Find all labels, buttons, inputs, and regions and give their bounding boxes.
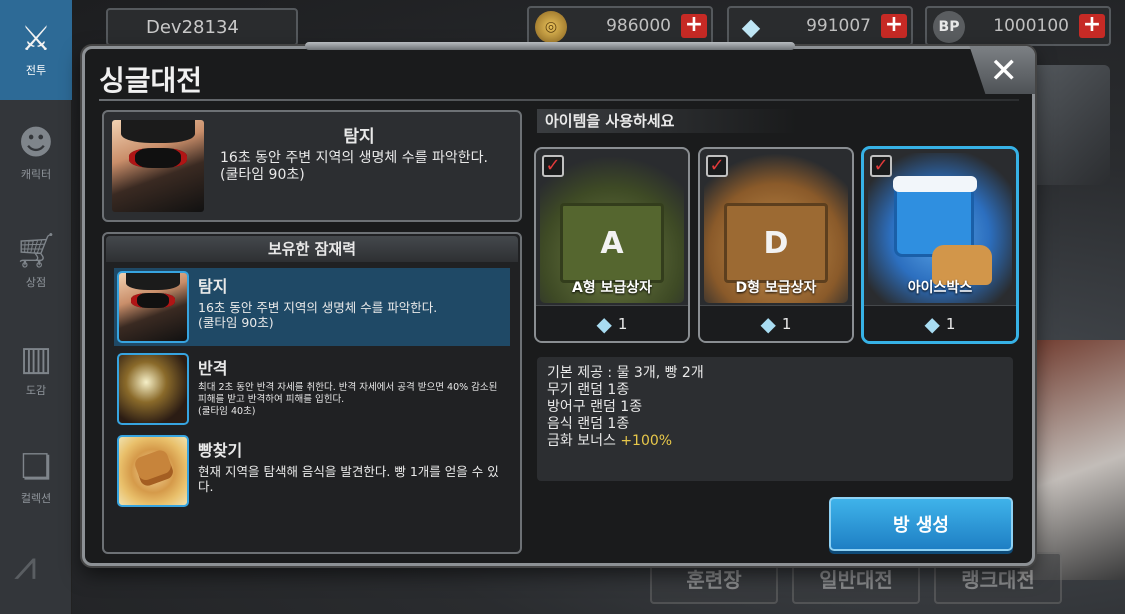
info-line: 방어구 랜덤 1종 [547, 399, 643, 415]
modal-title: 싱글대전 [99, 64, 203, 97]
gold-currency: ◎ 986000 + [527, 6, 713, 46]
item-cost-value: 1 [945, 314, 956, 333]
add-crystal-button[interactable]: + [881, 14, 907, 38]
selected-skill-name: 탐지 [343, 127, 375, 147]
game-logo-icon: ⩘ [14, 543, 37, 589]
item-checkbox[interactable]: ✓ [870, 155, 892, 177]
item-label: A형 보급상자 [571, 280, 653, 296]
item-cost-value: 1 [617, 314, 628, 333]
crystal-icon: ◆ [760, 311, 776, 336]
sidebar-item-label: 상점 [25, 276, 47, 289]
title-divider [99, 99, 1019, 101]
sidebar-item-label: 전투 [25, 64, 47, 77]
info-line: 기본 제공 : 물 3개, 빵 2개 [547, 365, 704, 381]
item-cost: ◆ 1 [700, 305, 852, 341]
potential-desc: 현재 지역을 탐색해 음식을 발견한다. 빵 1개를 얻을 수 있다. [198, 464, 499, 494]
selected-skill-panel: 탐지 16초 동안 주변 지역의 생명체 수를 파악한다. (쿨타임 90초) [102, 110, 522, 222]
items-header: 아이템을 사용하세요 [537, 109, 797, 133]
sidebar-item-shop[interactable]: 🛒︎ 상점 [0, 208, 72, 316]
sidebar: ⚔ 전투 ☻ 캐릭터 🛒︎ 상점 ▥ 도감 ❏ 컬렉션 ⩘ [0, 0, 72, 614]
potential-name: 반격 [198, 359, 228, 378]
close-icon[interactable]: ✕ [990, 51, 1019, 91]
crystal-currency: ◆ 991007 + [727, 6, 913, 46]
item-card-icebox[interactable]: ✓ 아이스박스 ◆ 1 [862, 147, 1018, 343]
open-book-icon: ❏ [20, 447, 52, 487]
bonus-value: +100% [620, 433, 673, 449]
bp-currency: BP 1000100 + [925, 6, 1111, 46]
add-bp-button[interactable]: + [1079, 14, 1105, 38]
bp-amount: 1000100 [993, 16, 1069, 36]
crate-letter: D [724, 203, 828, 283]
bonus-label: 금화 보너스 [547, 433, 616, 449]
bp-icon: BP [933, 11, 965, 43]
item-checkbox[interactable]: ✓ [706, 155, 728, 177]
modal-handle [305, 42, 795, 50]
potential-item-counter[interactable]: 반격 최대 2초 동안 반격 자세를 취한다. 반격 자세에서 공격 받으면 4… [114, 350, 510, 428]
sidebar-item-battle[interactable]: ⚔ 전투 [0, 0, 72, 100]
gold-coin-icon: ◎ [535, 11, 567, 43]
add-gold-button[interactable]: + [681, 14, 707, 38]
potential-item-find-bread[interactable]: 빵찾기 현재 지역을 탐색해 음식을 발견한다. 빵 1개를 얻을 수 있다. [114, 432, 510, 510]
item-card-a-supply[interactable]: A ✓ A형 보급상자 ◆ 1 [534, 147, 690, 343]
single-battle-modal: 싱글대전 ✕ 탐지 16초 동안 주변 지역의 생명체 수를 파악한다. (쿨타… [82, 42, 1035, 566]
sidebar-item-character[interactable]: ☻ 캐릭터 [0, 100, 72, 208]
bread-skill-icon [117, 435, 189, 507]
sidebar-item-encyclopedia[interactable]: ▥ 도감 [0, 316, 72, 424]
potential-list: 보유한 잠재력 탐지 16초 동안 주변 지역의 생명체 수를 파악한다. (쿨… [102, 232, 522, 554]
potential-header: 보유한 잠재력 [106, 236, 518, 262]
item-info-panel: 기본 제공 : 물 3개, 빵 2개 무기 랜덤 1종 방어구 랜덤 1종 음식… [537, 357, 1013, 481]
books-icon: ▥ [19, 339, 53, 379]
sidebar-item-label: 컬렉션 [20, 492, 52, 505]
potential-desc: 최대 2초 동안 반격 자세를 취한다. 반격 자세에서 공격 받으면 40% … [198, 382, 498, 417]
counter-skill-icon [117, 353, 189, 425]
selected-skill-desc: 16초 동안 주변 지역의 생명체 수를 파악한다. (쿨타임 90초) [220, 150, 488, 183]
item-checkbox[interactable]: ✓ [542, 155, 564, 177]
potential-name: 빵찾기 [198, 441, 243, 460]
crystal-icon: ◆ [924, 311, 940, 336]
info-bonus-line: 금화 보너스 +100% [547, 433, 1003, 450]
crystal-icon: ◆ [741, 13, 761, 41]
binoculars-skill-icon [117, 271, 189, 343]
character-icon: ☻ [18, 123, 54, 163]
sidebar-item-collection[interactable]: ❏ 컬렉션 [0, 424, 72, 532]
item-card-d-supply[interactable]: D ✓ D형 보급상자 ◆ 1 [698, 147, 854, 343]
create-room-button[interactable]: 방 생성 [829, 497, 1013, 551]
potential-name: 탐지 [198, 277, 228, 296]
potential-desc: 16초 동안 주변 지역의 생명체 수를 파악한다. (쿨타임 90초) [198, 300, 438, 330]
crystal-icon: ◆ [596, 311, 612, 336]
gold-amount: 986000 [606, 16, 671, 36]
item-label: D형 보급상자 [735, 280, 817, 296]
crystal-amount: 991007 [806, 16, 871, 36]
cart-icon: 🛒︎ [14, 231, 58, 271]
crate-letter: A [560, 203, 664, 283]
background-character-art [1020, 340, 1125, 580]
item-cost: ◆ 1 [864, 305, 1016, 341]
sidebar-item-label: 캐릭터 [20, 168, 52, 181]
crossed-weapons-icon: ⚔ [20, 19, 52, 59]
player-name: Dev28134 [106, 8, 298, 46]
sidebar-item-label: 도감 [25, 384, 47, 397]
potential-item-detect[interactable]: 탐지 16초 동안 주변 지역의 생명체 수를 파악한다. (쿨타임 90초) [114, 268, 510, 346]
item-label: 아이스박스 [907, 280, 973, 296]
item-cost-value: 1 [781, 314, 792, 333]
info-line: 음식 랜덤 1종 [547, 416, 630, 432]
info-line: 무기 랜덤 1종 [547, 382, 630, 398]
binoculars-portrait-icon [112, 120, 204, 212]
item-cost: ◆ 1 [536, 305, 688, 341]
